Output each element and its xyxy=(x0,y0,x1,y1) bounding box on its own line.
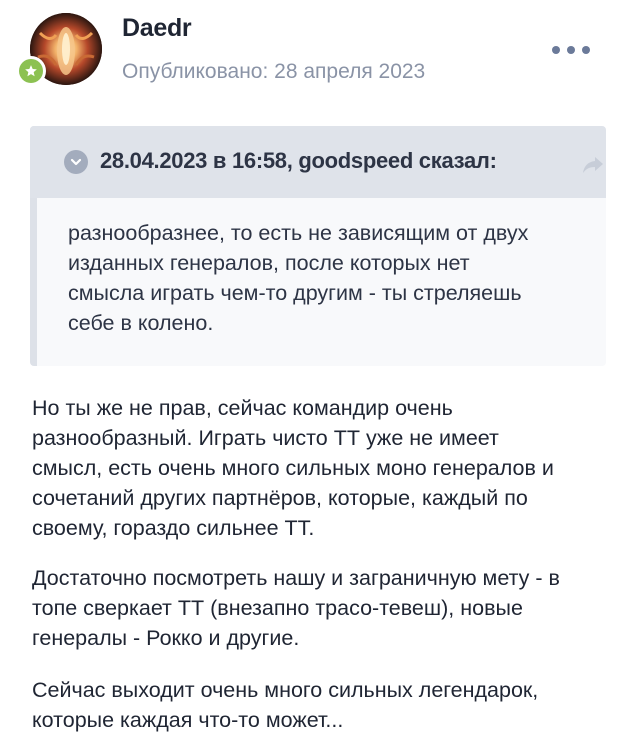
paragraph-line: Сейчас выходит очень много сильных леген… xyxy=(32,678,539,702)
more-horizontal-icon xyxy=(582,46,590,54)
quote-citation: 28.04.2023 в 16:58, goodspeed сказал: xyxy=(100,148,497,173)
quote-line: смысла играть чем-то другим - ты стреляе… xyxy=(68,281,522,305)
quote-line: себе в колено. xyxy=(68,311,214,335)
paragraph-line: своему, гораздо сильнее ТТ. xyxy=(32,516,315,540)
paragraph-line: разнообразный. Играть чисто ТТ уже не им… xyxy=(32,426,499,450)
star-icon xyxy=(19,59,43,83)
chevron-down-icon xyxy=(70,158,82,166)
quote-line: изданных генералов, после которых нет xyxy=(68,251,470,275)
post-paragraph: Достаточно посмотреть нашу и заграничную… xyxy=(32,563,622,653)
paragraph-line: Но ты же не прав, сейчас командир очень xyxy=(32,396,453,420)
quote-text: разнообразнее, то есть не зависящим от д… xyxy=(68,218,588,338)
more-options-button[interactable] xyxy=(552,40,590,60)
post-paragraph: Но ты же не прав, сейчас командир очень … xyxy=(32,393,622,543)
quote-line: разнообразнее, то есть не зависящим от д… xyxy=(68,221,529,245)
quote-block: 28.04.2023 в 16:58, goodspeed сказал: ра… xyxy=(30,126,606,366)
share-arrow-icon[interactable] xyxy=(580,154,606,176)
rank-badge xyxy=(16,56,46,86)
quote-header: 28.04.2023 в 16:58, goodspeed сказал: xyxy=(30,126,606,198)
post-header: Daedr Опубликовано: 28 апреля 2023 xyxy=(0,0,636,110)
quote-toggle-button[interactable] xyxy=(64,150,88,174)
more-horizontal-icon xyxy=(567,46,575,54)
paragraph-line: Достаточно посмотреть нашу и заграничную… xyxy=(32,566,560,590)
paragraph-line: которые каждая что-то может... xyxy=(32,708,344,732)
post-paragraph: Сейчас выходит очень много сильных леген… xyxy=(32,675,622,735)
paragraph-line: сочетаний других партнёров, которые, каж… xyxy=(32,486,528,510)
paragraph-line: генералы - Рокко и другие. xyxy=(32,626,300,650)
forum-post: Daedr Опубликовано: 28 апреля 2023 28.04… xyxy=(0,0,636,750)
publish-date: Опубликовано: 28 апреля 2023 xyxy=(122,60,426,83)
more-horizontal-icon xyxy=(552,46,560,54)
paragraph-line: смысл, есть очень много сильных моно ген… xyxy=(32,456,554,480)
author-name[interactable]: Daedr xyxy=(122,14,192,43)
paragraph-line: топе сверкает ТТ (внезапно трасо-тевеш),… xyxy=(32,596,523,620)
